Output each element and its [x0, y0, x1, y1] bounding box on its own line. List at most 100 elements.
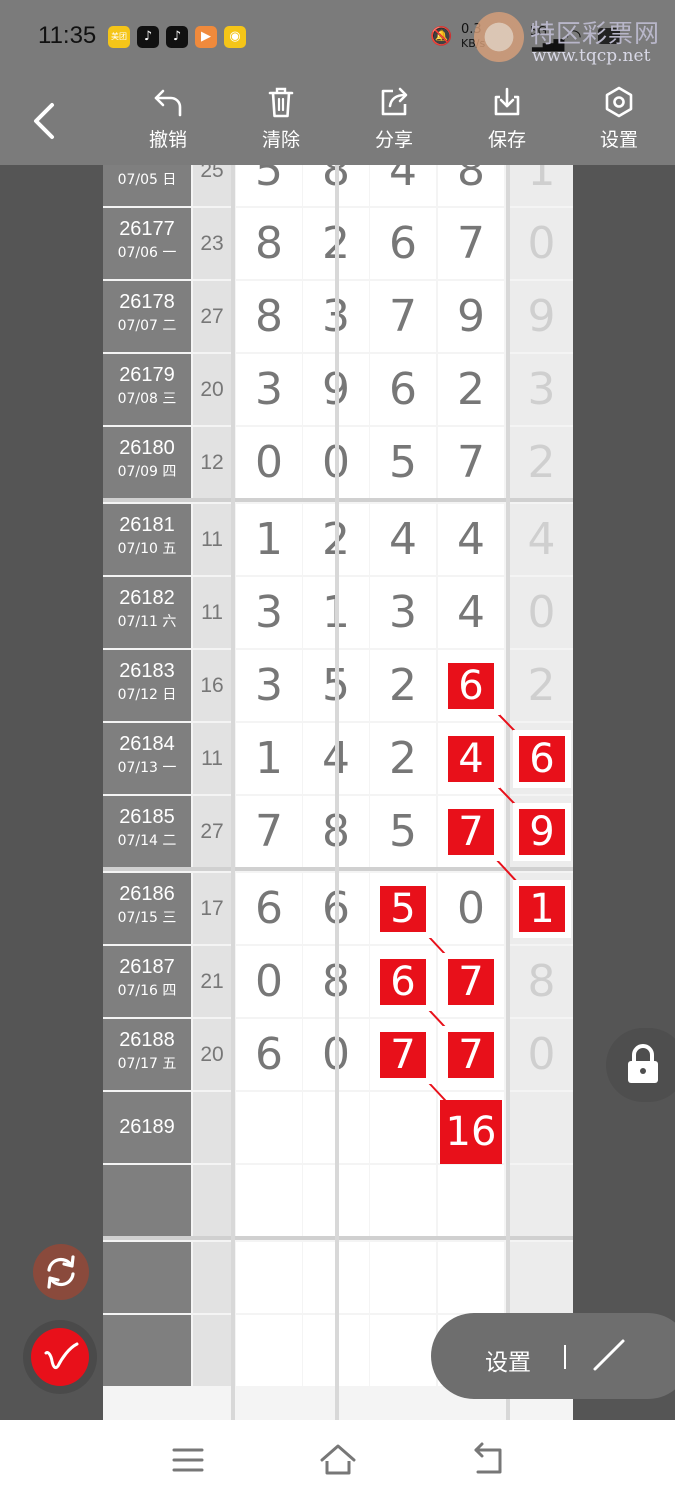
- digit-cell[interactable]: 9: [438, 281, 504, 352]
- digit-cell[interactable]: 3: [236, 650, 302, 721]
- digit-cell[interactable]: 3: [236, 354, 302, 425]
- issue-cell: 26184 07/13 一: [103, 723, 191, 794]
- highlight-mark[interactable]: 1: [513, 880, 571, 938]
- highlight-mark[interactable]: 7: [374, 1026, 432, 1084]
- settings-hexagon-icon: [605, 86, 633, 118]
- pill-settings-label[interactable]: 设置: [485, 1343, 531, 1377]
- digit-cell[interactable]: [236, 1315, 302, 1386]
- digit-cell[interactable]: [438, 1242, 504, 1313]
- digit-cell[interactable]: 5: [370, 427, 436, 498]
- sum-cell: [193, 1092, 231, 1163]
- pen-button[interactable]: [23, 1320, 97, 1394]
- highlight-mark[interactable]: 4: [442, 730, 500, 788]
- digit-cell[interactable]: 0: [236, 946, 302, 1017]
- issue-number: 26189: [119, 1116, 175, 1138]
- digit-cell[interactable]: 7: [236, 796, 302, 867]
- issue-cell: 26189: [103, 1092, 191, 1163]
- digit-cell[interactable]: 7: [438, 208, 504, 279]
- share-button[interactable]: 分享: [359, 85, 429, 161]
- extra-cell: 0: [510, 1019, 573, 1090]
- pen-icon: [44, 1342, 79, 1370]
- back-nav-button[interactable]: [468, 1440, 508, 1480]
- back-button[interactable]: [28, 99, 62, 143]
- save-button[interactable]: 保存: [472, 85, 542, 161]
- digit-cell[interactable]: [438, 1165, 504, 1236]
- digit-cell[interactable]: 6: [236, 873, 302, 944]
- highlight-mark[interactable]: 6: [374, 953, 432, 1011]
- digit-cell[interactable]: [370, 1315, 436, 1386]
- digit-cell[interactable]: 7: [438, 427, 504, 498]
- column-separator: [506, 165, 510, 1420]
- digit-cell[interactable]: 0: [236, 427, 302, 498]
- issue-cell: 26188 07/17 五: [103, 1019, 191, 1090]
- extra-cell: 8: [510, 946, 573, 1017]
- digit-cell[interactable]: [370, 1165, 436, 1236]
- digit-cell[interactable]: 4: [438, 504, 504, 575]
- digit-cell[interactable]: 6: [370, 208, 436, 279]
- trash-icon: [268, 87, 294, 118]
- highlight-mark[interactable]: 9: [513, 803, 571, 861]
- extra-cell: 3: [510, 354, 573, 425]
- digit-cell[interactable]: [370, 1242, 436, 1313]
- sum-cell: 27: [193, 796, 231, 867]
- sum-cell: 27: [193, 281, 231, 352]
- issue-number: 26186: [119, 883, 175, 905]
- digit-cell[interactable]: 0: [438, 873, 504, 944]
- highlight-mark[interactable]: 7: [442, 803, 500, 861]
- digit-cell[interactable]: 5: [236, 165, 302, 206]
- digit-cell[interactable]: 2: [370, 650, 436, 721]
- digit-cell[interactable]: 7: [370, 281, 436, 352]
- sum-cell: [193, 1242, 231, 1313]
- sum-cell: 20: [193, 1019, 231, 1090]
- digit-cell[interactable]: 1: [236, 723, 302, 794]
- douyin-lite-app-icon: ♪: [166, 26, 188, 48]
- issue-number: 26182: [119, 587, 175, 609]
- clear-label: 清除: [261, 129, 300, 151]
- refresh-button[interactable]: [33, 1244, 89, 1300]
- digit-cell[interactable]: 2: [438, 354, 504, 425]
- extra-cell: [510, 1092, 573, 1163]
- settings-pill[interactable]: 设置: [431, 1313, 675, 1399]
- highlight-mark[interactable]: 6: [442, 657, 500, 715]
- mute-icon: 🔕: [430, 26, 453, 47]
- issue-cell: [103, 1242, 191, 1313]
- save-label: 保存: [487, 129, 526, 151]
- highlight-mark[interactable]: 6: [513, 730, 571, 788]
- highlight-mark[interactable]: 7: [442, 953, 500, 1011]
- navigation-bar: [0, 1420, 675, 1500]
- digit-cell[interactable]: 3: [236, 577, 302, 648]
- lock-button[interactable]: [606, 1028, 675, 1102]
- digit-cell[interactable]: 6: [236, 1019, 302, 1090]
- digit-cell[interactable]: 2: [370, 723, 436, 794]
- digit-cell[interactable]: 5: [370, 796, 436, 867]
- issue-cell: 26180 07/09 四: [103, 427, 191, 498]
- highlight-mark[interactable]: 5: [374, 880, 432, 938]
- undo-button[interactable]: 撤销: [133, 85, 203, 161]
- digit-cell[interactable]: 3: [370, 577, 436, 648]
- issue-date: 07/13 一: [117, 760, 177, 776]
- menu-button[interactable]: [168, 1440, 208, 1480]
- digit-cell[interactable]: [236, 1092, 302, 1163]
- clear-button[interactable]: 清除: [246, 85, 316, 161]
- digit-cell[interactable]: 4: [370, 165, 436, 206]
- watermark-title: 特区彩票网: [530, 19, 661, 48]
- digit-cell[interactable]: 4: [370, 504, 436, 575]
- digit-cell[interactable]: 8: [236, 281, 302, 352]
- digit-cell[interactable]: [236, 1165, 302, 1236]
- settings-button[interactable]: 设置: [584, 85, 654, 161]
- trend-chart-grid[interactable]: 2617607/05 日25584812617707/06 一238267026…: [103, 165, 573, 1420]
- coin-app-icon: ◉: [224, 26, 246, 48]
- digit-cell[interactable]: 4: [438, 577, 504, 648]
- issue-number: 26184: [119, 733, 175, 755]
- sum-cell: 21: [193, 946, 231, 1017]
- digit-cell[interactable]: 8: [438, 165, 504, 206]
- digit-cell[interactable]: 1: [236, 504, 302, 575]
- home-button[interactable]: [318, 1440, 358, 1480]
- digit-cell[interactable]: 6: [370, 354, 436, 425]
- digit-cell[interactable]: 8: [236, 208, 302, 279]
- digit-cell[interactable]: [370, 1092, 436, 1163]
- highlight-mark[interactable]: 7: [442, 1026, 500, 1084]
- line-tool-icon[interactable]: [589, 1335, 629, 1375]
- predicted-sum-mark[interactable]: 16: [440, 1100, 502, 1164]
- digit-cell[interactable]: [236, 1242, 302, 1313]
